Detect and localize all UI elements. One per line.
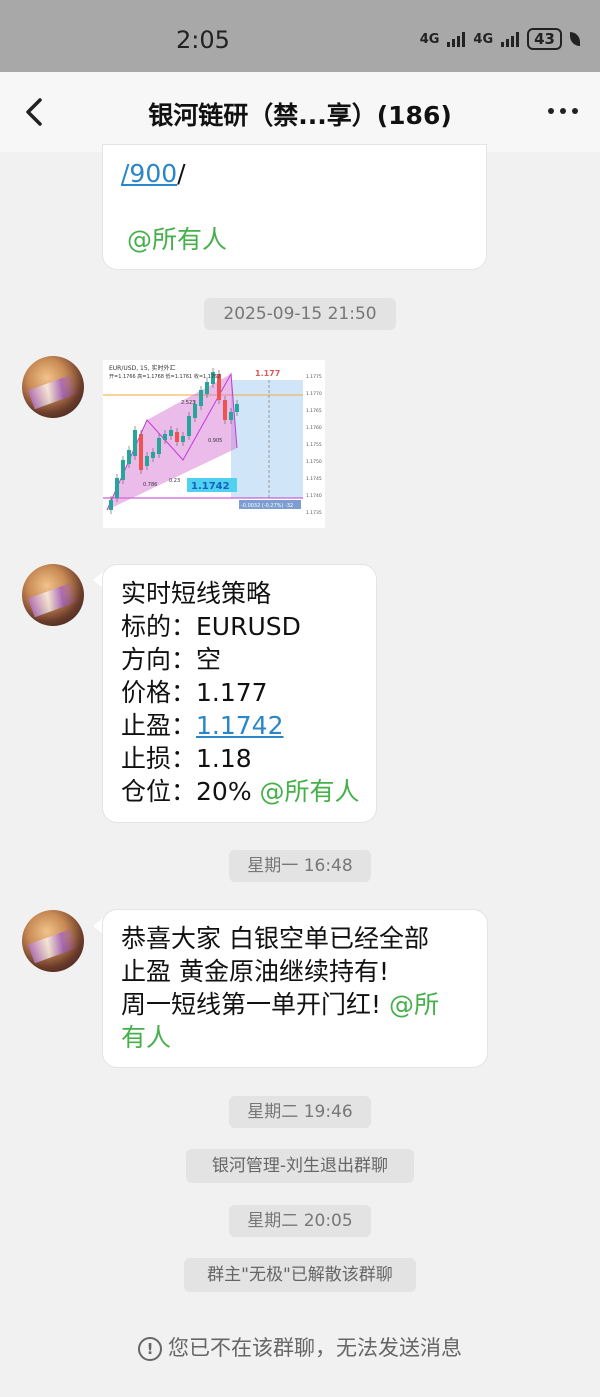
axis-tick-label: 1.1735: [306, 510, 322, 516]
signal-icon-2: [501, 31, 520, 47]
message-text-slash: /: [177, 159, 186, 188]
sender-avatar[interactable]: [22, 910, 84, 972]
chat-header: 银河链研（禁...享）(186): [0, 72, 600, 152]
chart-ratio-4: 0.23: [169, 478, 180, 484]
message-line: 周一短线第一单开门红! @所: [121, 990, 439, 1019]
sender-avatar[interactable]: [22, 356, 84, 418]
mention-all-part[interactable]: 有人: [121, 1021, 469, 1054]
chart-ohlc: 开=1.1766 高=1.1768 低=1.1761 收=1.1762: [109, 373, 221, 380]
bubble-tail: [93, 572, 103, 588]
message-line: 恭喜大家 白银空单已经全部: [121, 924, 429, 953]
strategy-line: 止盈：1.1742: [121, 711, 284, 740]
strategy-line: 标的：EURUSD: [121, 612, 301, 641]
axis-tick-label: 1.1740: [306, 493, 322, 499]
timestamp-chip: 星期二 19:46: [229, 1096, 371, 1128]
system-message: 银河管理-刘生退出群聊: [186, 1149, 414, 1183]
message-bubble-congrats: 恭喜大家 白银空单已经全部 止盈 黄金原油继续持有! 周一短线第一单开门红! @…: [103, 910, 487, 1067]
candle: [169, 430, 173, 436]
status-bar: 2:05 4G 4G 43: [0, 0, 600, 72]
chart-ratio-3: 0.786: [143, 482, 157, 488]
candle: [235, 404, 239, 412]
strategy-line: 仓位：20% @所有人: [121, 777, 360, 806]
chart-price-tag: 1.177: [255, 369, 280, 378]
footer-notice-text: 您已不在该群聊，无法发送消息: [168, 1336, 462, 1360]
footer-notice: ! 您已不在该群聊，无法发送消息: [0, 1332, 600, 1362]
strategy-line: 方向：空: [121, 645, 222, 674]
sender-avatar[interactable]: [22, 564, 84, 626]
chart-range-tag: -0.0032 (-0.27%) -32: [241, 503, 293, 509]
strategy-line: 价格：1.177: [121, 678, 268, 707]
exclamation-icon: !: [138, 1337, 162, 1361]
candle: [145, 456, 149, 466]
status-icons: 4G 4G 43: [420, 28, 580, 50]
chart-image[interactable]: EUR/USD, 15, 实时外汇 开=1.1766 高=1.1768 低=1.…: [103, 360, 325, 528]
candle: [115, 478, 119, 498]
strategy-line: 止损：1.18: [121, 744, 252, 773]
candle: [151, 452, 155, 458]
mention-all[interactable]: @所有人: [260, 777, 360, 806]
axis-tick-label: 1.1755: [306, 442, 322, 448]
chart-axis: 1.1775 1.1770 1.1765 1.1760 1.1755 1.1750 1.17…: [306, 374, 322, 516]
candle: [193, 404, 197, 418]
candle: [127, 450, 131, 464]
mention-all-part[interactable]: @所: [389, 990, 439, 1019]
axis-tick-label: 1.1765: [306, 408, 322, 414]
more-options-icon[interactable]: [548, 108, 578, 114]
candle: [205, 382, 209, 394]
candle: [121, 460, 125, 480]
timestamp-chip: 星期一 16:48: [229, 850, 371, 882]
battery-icon: 43: [527, 28, 562, 50]
chart-target-tag: 1.1742: [191, 481, 230, 492]
system-message: 群主"无极"已解散该群聊: [184, 1258, 416, 1292]
chart-ratio-2: 0.905: [208, 438, 222, 444]
strategy-title: 实时短线策略: [121, 579, 272, 608]
candle: [163, 434, 167, 440]
message-bubble-strategy: 实时短线策略 标的：EURUSD 方向：空 价格：1.177 止盈：1.1742…: [103, 565, 376, 822]
timestamp-chip: 星期二 20:05: [229, 1205, 371, 1237]
message-line: 止盈 黄金原油继续持有!: [121, 957, 389, 986]
candle: [181, 436, 185, 442]
chart-svg: EUR/USD, 15, 实时外汇 开=1.1766 高=1.1768 低=1.…: [103, 360, 325, 528]
candle: [157, 438, 161, 454]
candle: [109, 500, 113, 510]
axis-tick-label: 1.1760: [306, 425, 322, 431]
candle: [229, 412, 233, 420]
status-time: 2:05: [176, 26, 230, 54]
candle: [223, 400, 227, 420]
signal-icon: [447, 31, 466, 47]
candle: [175, 432, 179, 442]
candle: [133, 430, 137, 456]
timestamp-chip: 2025-09-15 21:50: [204, 298, 396, 330]
chart-ratio-1: 2.523: [181, 400, 195, 406]
bubble-tail: [93, 918, 103, 934]
axis-tick-label: 1.1745: [306, 476, 322, 482]
chat-title: 银河链研（禁...享）(186): [148, 101, 452, 130]
network-label-2: 4G: [473, 31, 494, 47]
message-link[interactable]: /900: [121, 159, 177, 188]
axis-tick-label: 1.1750: [306, 459, 322, 465]
candle: [199, 390, 203, 406]
candle: [139, 434, 143, 470]
leaf-icon: [570, 32, 580, 46]
message-bubble-partial: /900/ @所有人: [103, 145, 486, 269]
network-label-1: 4G: [419, 31, 440, 47]
chart-pair-label: EUR/USD, 15, 实时外汇: [109, 364, 175, 372]
axis-tick-label: 1.1770: [306, 391, 322, 397]
candle: [187, 416, 191, 436]
axis-tick-label: 1.1775: [306, 374, 322, 380]
mention-all[interactable]: @所有人: [127, 223, 227, 256]
take-profit-link[interactable]: 1.1742: [196, 711, 283, 740]
